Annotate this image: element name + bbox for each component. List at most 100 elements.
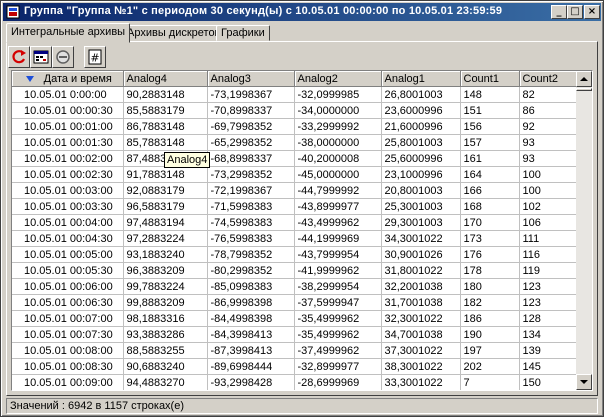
table-cell: -32,8999977 xyxy=(294,358,382,375)
table-cell: -97,2998428 xyxy=(207,391,294,392)
vertical-scrollbar[interactable] xyxy=(576,71,592,390)
table-row[interactable]: 10.05.01 00:02:30 91,7883148 -73,2998352 -4… xyxy=(12,166,577,183)
table-cell: 168 xyxy=(460,198,520,215)
column-header-analog1[interactable]: Analog1 xyxy=(381,71,461,87)
table-row[interactable]: 10.05.01 00:06:00 99,7883224 -85,0998383 -3… xyxy=(12,278,577,295)
table-cell: 98,1883316 xyxy=(123,310,208,327)
table-cell: 31,8001022 xyxy=(381,262,461,279)
tab-integral-archives[interactable]: Интегральные архивы xyxy=(6,23,131,43)
hash-icon: # xyxy=(88,49,102,65)
table-cell: 33,1001015 xyxy=(381,391,460,392)
table-cell: 25,3001003 xyxy=(381,198,461,215)
table-cell: 156 xyxy=(460,118,520,135)
table-row[interactable]: 10.05.01 00:02:00 87,4883 -68,8998337 -40,2… xyxy=(12,150,577,167)
calendar-icon xyxy=(33,50,49,64)
table-cell: 26,8001003 xyxy=(381,86,461,103)
table-cell: 21,6000996 xyxy=(381,118,461,135)
maximize-button[interactable]: □ xyxy=(567,5,583,19)
scroll-up-button[interactable] xyxy=(576,71,592,87)
table-cell: 10.05.01 00:05:00 xyxy=(12,246,124,263)
table-cell: 100 xyxy=(519,166,577,183)
table-row[interactable]: 10.05.01 00:01:00 86,7883148 -69,7998352 -3… xyxy=(12,118,577,135)
table-cell: 170 xyxy=(460,214,520,231)
table-row[interactable]: 10.05.01 0:00:00 90,2883148 -73,1998367 -32… xyxy=(12,86,577,103)
table-cell: 164 xyxy=(460,166,520,183)
table-cell: 8 xyxy=(460,391,519,392)
table-cell: 123 xyxy=(519,294,577,311)
table-cell: 10.05.01 00:04:30 xyxy=(12,230,124,247)
table-body: 10.05.01 0:00:00 90,2883148 -73,1998367 -32… xyxy=(12,86,577,392)
table-cell: 106 xyxy=(519,214,577,231)
title-bar[interactable]: Группа "Группа №1" с периодом 30 секунд(… xyxy=(3,3,601,21)
table-cell: 145 xyxy=(519,358,577,375)
table-row[interactable]: 10.05.01 00:09:3094,7883301-97,2998428-2… xyxy=(12,391,576,392)
calendar-button[interactable] xyxy=(30,46,52,68)
table-cell: 99,7883224 xyxy=(123,278,208,295)
scrollbar-thumb[interactable] xyxy=(576,88,592,91)
column-header-analog2[interactable]: Analog2 xyxy=(294,71,382,87)
table-cell: -37,5999947 xyxy=(294,294,382,311)
column-header-analog4[interactable]: Analog4 xyxy=(123,71,208,87)
tab-discrete-archives[interactable]: Архивы дискретов xyxy=(122,25,226,41)
column-header-datetime[interactable]: Дата и время xyxy=(12,71,124,87)
minimize-button[interactable]: _ xyxy=(551,5,567,19)
table-cell: 85,7883148 xyxy=(123,134,208,151)
table-cell: 10.05.01 00:09:30 xyxy=(12,391,123,392)
table-row[interactable]: 10.05.01 00:03:30 96,5883179 -71,5998383 -4… xyxy=(12,198,577,215)
table-cell: 85,5883179 xyxy=(123,102,208,119)
table-cell: 202 xyxy=(460,358,520,375)
status-bar: Значений : 6942 в 1157 строках(е) xyxy=(6,398,598,414)
archive-window: Группа "Группа №1" с периодом 30 секунд(… xyxy=(0,0,604,417)
table-cell: -37,4999962 xyxy=(294,342,382,359)
table-cell: -40,2000008 xyxy=(294,150,382,167)
tab-graphs[interactable]: Графики xyxy=(216,25,270,41)
column-header-count1[interactable]: Count1 xyxy=(460,71,520,87)
table-row[interactable]: 10.05.01 00:03:00 92,0883179 -72,1998367 -4… xyxy=(12,182,577,199)
table-cell: -68,8998337 xyxy=(207,150,295,167)
minus-button[interactable] xyxy=(52,46,74,68)
archive-grid[interactable]: Дата и время Analog4 Analog3 Analog2 Ana… xyxy=(11,70,593,391)
table-row[interactable]: 10.05.01 00:05:00 93,1883240 -78,7998352 -4… xyxy=(12,246,577,263)
table-row[interactable]: 10.05.01 00:06:30 99,8883209 -86,9998398 -3… xyxy=(12,294,577,311)
table-cell: 32,2001038 xyxy=(381,278,461,295)
column-header-count2[interactable]: Count2 xyxy=(519,71,577,87)
table-row[interactable]: 10.05.01 00:05:30 96,3883209 -80,2998352 -4… xyxy=(12,262,577,279)
table-row[interactable]: 10.05.01 00:08:00 88,5883255 -87,3998413 -3… xyxy=(12,342,577,359)
refresh-button[interactable] xyxy=(8,46,30,68)
table-row[interactable]: 10.05.01 00:07:30 93,3883286 -84,3998413 -3… xyxy=(12,326,577,343)
table-cell: -89,6998444 xyxy=(207,358,295,375)
table-row[interactable]: 10.05.01 00:04:00 97,4883194 -74,5998383 -4… xyxy=(12,214,577,231)
table-cell: 93 xyxy=(519,150,577,167)
arrow-down-icon xyxy=(580,380,588,384)
hash-button[interactable]: # xyxy=(84,46,106,68)
column-header-analog3[interactable]: Analog3 xyxy=(207,71,295,87)
table-cell: -74,5998383 xyxy=(207,214,295,231)
scroll-down-button[interactable] xyxy=(576,374,592,390)
table-cell: 92 xyxy=(519,118,577,135)
table-cell: 10.05.01 00:09:00 xyxy=(12,374,124,390)
table-cell: 10.05.01 00:03:30 xyxy=(12,198,124,215)
table-cell: -93,2998428 xyxy=(207,374,295,390)
table-cell: 116 xyxy=(519,246,577,263)
table-cell: 93 xyxy=(519,134,577,151)
table-row[interactable]: 10.05.01 00:04:30 97,2883224 -76,5998383 -4… xyxy=(12,230,577,247)
table-cell: 139 xyxy=(519,342,577,359)
table-cell: 88,5883255 xyxy=(123,342,208,359)
table-row[interactable]: 10.05.01 00:07:00 98,1883316 -84,4998398 -3… xyxy=(12,310,577,327)
table-cell: 90,6883240 xyxy=(123,358,208,375)
table-cell: 151 xyxy=(460,102,520,119)
table-cell: -35,4999962 xyxy=(294,326,382,343)
table-cell: 10.05.01 00:05:30 xyxy=(12,262,124,279)
table-cell: 10.05.01 00:00:30 xyxy=(12,102,124,119)
table-cell: 119 xyxy=(519,262,577,279)
table-row[interactable]: 10.05.01 00:08:30 90,6883240 -89,6998444 -3… xyxy=(12,358,577,375)
table-cell: 92,0883179 xyxy=(123,182,208,199)
table-header: Дата и время Analog4 Analog3 Analog2 Ana… xyxy=(12,71,577,87)
table-cell: 86,7883148 xyxy=(123,118,208,135)
table-cell: 34,7001038 xyxy=(381,326,461,343)
table-row[interactable]: 10.05.01 00:09:00 94,4883270 -93,2998428 -2… xyxy=(12,374,577,390)
table-cell: -28,6999969 xyxy=(294,374,382,390)
table-row[interactable]: 10.05.01 00:01:30 85,7883148 -65,2998352 -3… xyxy=(12,134,577,151)
table-row[interactable]: 10.05.01 00:00:30 85,5883179 -70,8998337 -3… xyxy=(12,102,577,119)
close-button[interactable]: × xyxy=(584,5,600,19)
